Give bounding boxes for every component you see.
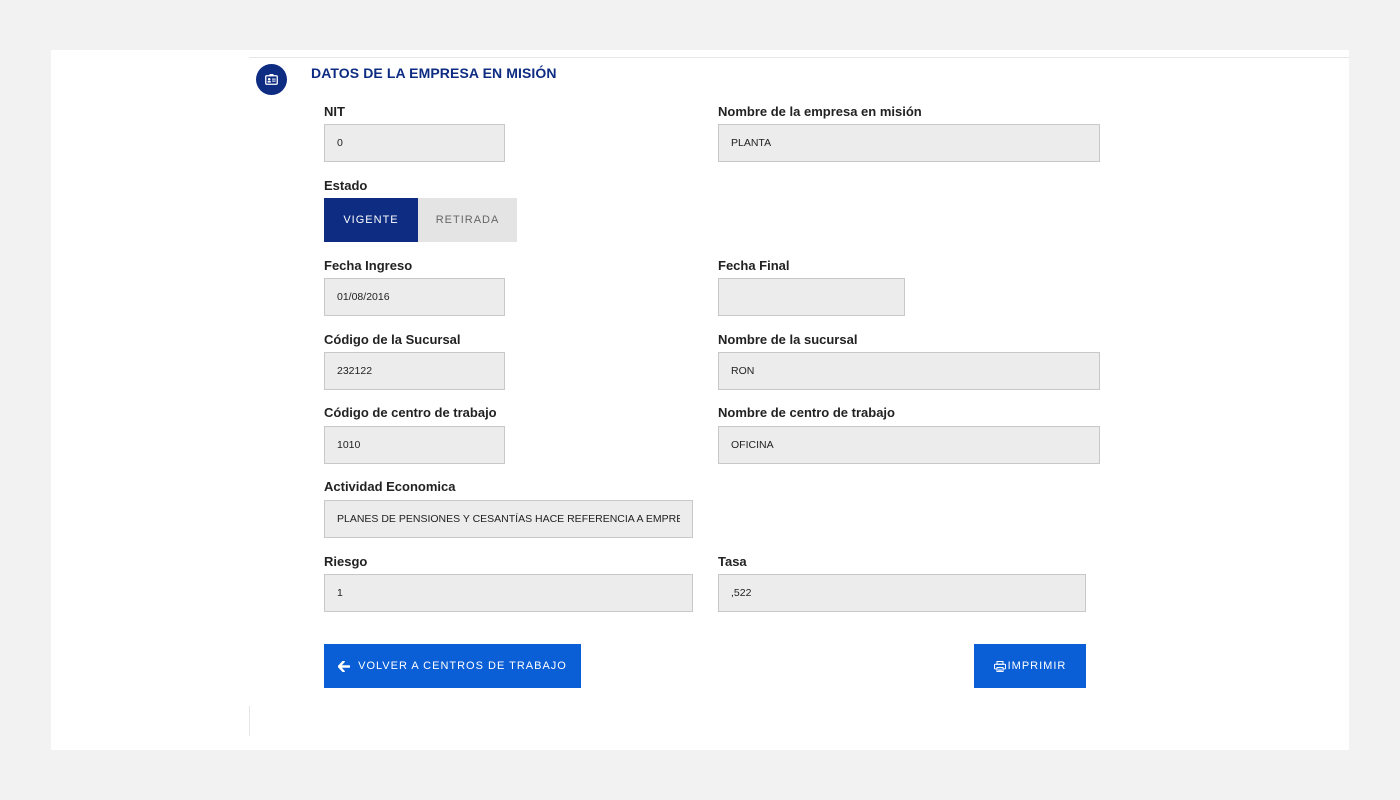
id-card-icon bbox=[256, 64, 287, 95]
print-button-label: IMPRIMIR bbox=[1007, 660, 1067, 672]
top-divider bbox=[249, 57, 1349, 58]
nombre-sucursal-field[interactable] bbox=[718, 352, 1100, 390]
riesgo-field[interactable] bbox=[324, 574, 693, 612]
actividad-label: Actividad Economica bbox=[324, 479, 456, 494]
left-divider bbox=[249, 706, 250, 736]
vigente-option[interactable]: VIGENTE bbox=[324, 198, 418, 242]
codigo-centro-field[interactable] bbox=[324, 426, 505, 464]
fecha-final-label: Fecha Final bbox=[718, 258, 790, 273]
actividad-field[interactable] bbox=[324, 500, 693, 538]
nit-label: NIT bbox=[324, 104, 345, 119]
nombre-centro-label: Nombre de centro de trabajo bbox=[718, 405, 895, 420]
back-button-label: VOLVER A CENTROS DE TRABAJO bbox=[358, 660, 567, 672]
codigo-sucursal-field[interactable] bbox=[324, 352, 505, 390]
nit-field[interactable] bbox=[324, 124, 505, 162]
section-title: DATOS DE LA EMPRESA EN MISIÓN bbox=[311, 65, 557, 81]
nombre-centro-field[interactable] bbox=[718, 426, 1100, 464]
tasa-field[interactable] bbox=[718, 574, 1086, 612]
codigo-sucursal-label: Código de la Sucursal bbox=[324, 332, 461, 347]
back-to-work-centers-button[interactable]: VOLVER A CENTROS DE TRABAJO bbox=[324, 644, 581, 688]
fecha-ingreso-label: Fecha Ingreso bbox=[324, 258, 413, 273]
tasa-label: Tasa bbox=[718, 554, 747, 569]
empresa-field[interactable] bbox=[718, 124, 1100, 162]
riesgo-label: Riesgo bbox=[324, 554, 368, 569]
arrow-left-icon bbox=[338, 660, 351, 672]
estado-toggle: VIGENTE RETIRADA bbox=[324, 198, 517, 242]
print-button[interactable]: IMPRIMIR bbox=[974, 644, 1086, 688]
fecha-ingreso-field[interactable] bbox=[324, 278, 505, 316]
codigo-centro-label: Código de centro de trabajo bbox=[324, 405, 497, 420]
estado-label: Estado bbox=[324, 178, 368, 193]
nombre-sucursal-label: Nombre de la sucursal bbox=[718, 332, 858, 347]
fecha-final-field[interactable] bbox=[718, 278, 905, 316]
content-panel bbox=[51, 50, 1349, 750]
printer-icon bbox=[993, 660, 1006, 672]
retirada-option[interactable]: RETIRADA bbox=[418, 198, 517, 242]
empresa-label: Nombre de la empresa en misión bbox=[718, 104, 922, 119]
